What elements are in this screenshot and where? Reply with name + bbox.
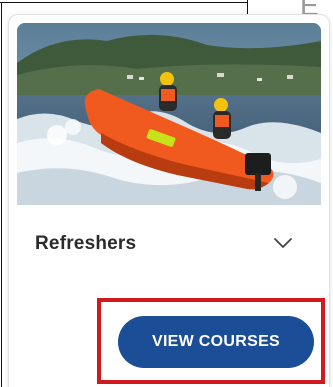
hero-image [17, 23, 321, 205]
accordion-header[interactable]: Refreshers [9, 225, 329, 265]
boat-photo-illustration [17, 23, 321, 205]
frame-line-top [0, 2, 248, 3]
page: E Refreshers VIEW COURSES [0, 0, 333, 387]
chevron-down-icon[interactable] [272, 235, 294, 251]
view-courses-button[interactable]: VIEW COURSES [118, 316, 314, 368]
course-category-title: Refreshers [35, 233, 137, 254]
frame-line-left [1, 2, 2, 387]
